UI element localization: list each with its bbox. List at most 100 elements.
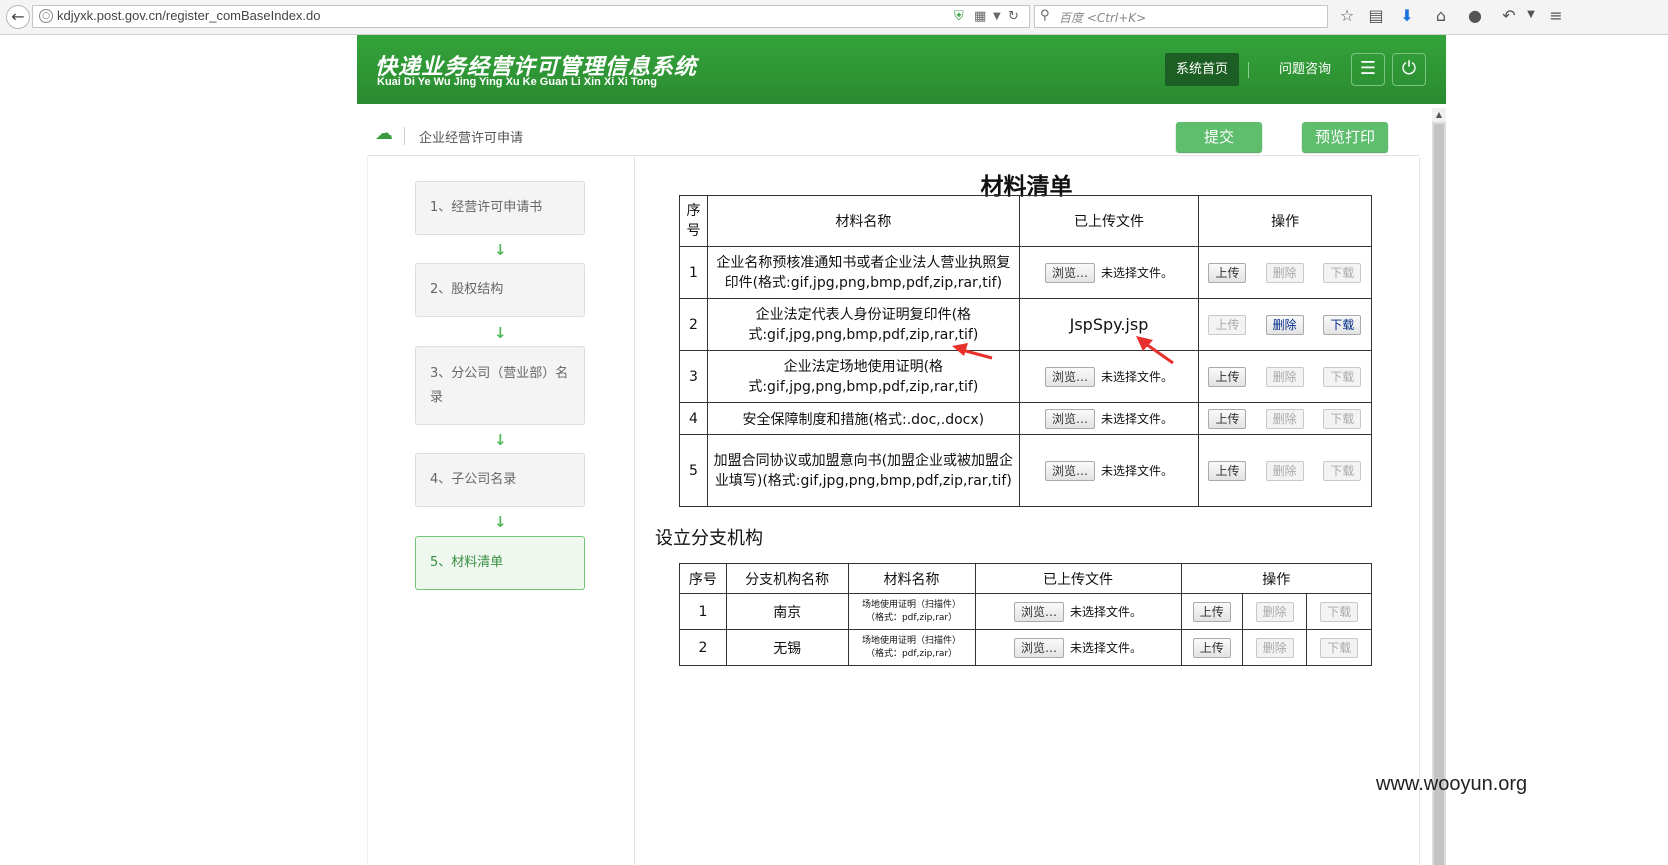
delete-button[interactable]: 删除 (1265, 408, 1304, 429)
no-file-text: 未选择文件。 (1100, 412, 1173, 426)
address-bar[interactable]: ○ kdjyxk.post.gov.cn/register_comBaseInd… (32, 5, 1030, 28)
material-table: 序号 材料名称 已上传文件 操作 1 企业名称预核准通知书或者企业法人营业执照复… (679, 195, 1372, 507)
row-index: 3 (679, 350, 708, 403)
nav-home-button[interactable]: 系统首页 (1165, 53, 1239, 86)
home-icon[interactable]: ⌂ (1430, 6, 1452, 25)
qr-code-icon[interactable]: ▦ (974, 9, 986, 24)
upload-button[interactable]: 上传 (1208, 460, 1247, 481)
browse-button[interactable]: 浏览… (1044, 408, 1095, 429)
step-material-list[interactable]: 5、材料清单 (415, 536, 585, 590)
delete-button[interactable]: 删除 (1265, 366, 1304, 387)
upload-button[interactable]: 上传 (1208, 366, 1247, 387)
upload-button[interactable]: 上传 (1208, 408, 1247, 429)
cloud-upload-icon: ☁ (375, 123, 393, 144)
upload-button[interactable]: 上传 (1192, 637, 1231, 658)
nav-help-button[interactable]: 问题咨询 (1265, 53, 1345, 86)
shield-icon[interactable]: ⛨ (954, 9, 964, 24)
material-format: （格式：pdf,zip,rar） (865, 648, 958, 659)
branch-table: 序号 分支机构名称 材料名称 已上传文件 操作 1 南京 场地使用证明（扫描件）… (679, 563, 1373, 666)
scroll-up-icon[interactable]: ▲ (1432, 108, 1446, 122)
menu-icon[interactable]: ≡ (1545, 6, 1567, 25)
upload-button[interactable]: 上传 (1192, 601, 1231, 622)
steps-panel: 1、经营许可申请书 ↓ 2、股权结构 ↓ 3、分公司（营业部）名录 ↓ 4、子公… (367, 157, 635, 865)
row-index: 1 (679, 593, 727, 630)
download-button[interactable]: 下载 (1323, 366, 1362, 387)
star-icon[interactable]: ☆ (1336, 6, 1358, 25)
search-icon: ⚲ (1040, 8, 1050, 23)
watermark: www.wooyun.org (1376, 773, 1528, 795)
file-cell: 浏览… 未选择文件。 (1018, 350, 1200, 403)
file-cell: 浏览… 未选择文件。 (1018, 402, 1200, 435)
step-subsidiary-list[interactable]: 4、子公司名录 (415, 453, 585, 507)
upload-button[interactable]: 上传 (1208, 314, 1247, 335)
dropdown-arrow-icon[interactable]: ▼ (993, 11, 1001, 22)
table-row: 1 南京 场地使用证明（扫描件） （格式：pdf,zip,rar） 浏览… 未选择文… (679, 593, 1372, 630)
download-button[interactable]: 下载 (1323, 408, 1362, 429)
header-uploaded: 已上传文件 (1018, 195, 1200, 247)
delete-button[interactable]: 删除 (1265, 262, 1304, 283)
material-name: 企业法定场地使用证明(格式:gif,jpg,png,bmp,pdf,zip,ra… (706, 350, 1020, 403)
material-name: 企业法定代表人身份证明复印件(格式:gif,jpg,png,bmp,pdf,zi… (706, 298, 1020, 351)
table-row: 4 安全保障制度和措施(格式:.doc,.docx) 浏览… 未选择文件。 上传 … (679, 402, 1372, 435)
subheader-bar: ☁ 企业经营许可申请 提交 预览打印 (367, 115, 1419, 156)
down-arrow-icon: ↓ (494, 431, 507, 449)
download-button[interactable]: 下载 (1320, 601, 1359, 622)
header-index: 序号 (679, 195, 708, 247)
main-panel: 材料清单 序号 材料名称 已上传文件 操作 1 企业名称预核准通知书或者企业法人… (634, 157, 1420, 865)
reload-icon[interactable]: ↻ (1008, 9, 1019, 24)
download-button[interactable]: 下载 (1323, 314, 1362, 335)
material-format: （格式：pdf,zip,rar） (865, 612, 958, 623)
delete-button[interactable]: 删除 (1255, 601, 1294, 622)
menu-dropdown-icon[interactable]: ▼ (1520, 9, 1542, 20)
table-row: 5 加盟合同协议或加盟意向书(加盟企业或被加盟企业填写)(格式:gif,jpg,… (679, 434, 1372, 507)
delete-button[interactable]: 删除 (1265, 314, 1304, 335)
power-icon[interactable]: ⏻ (1392, 53, 1426, 86)
reading-list-icon[interactable]: ▤ (1365, 6, 1387, 25)
nav-divider (1248, 62, 1249, 78)
download-button[interactable]: 下载 (1323, 460, 1362, 481)
browse-button[interactable]: 浏览… (1044, 460, 1095, 481)
browse-button[interactable]: 浏览… (1014, 601, 1065, 622)
browse-button[interactable]: 浏览… (1044, 366, 1095, 387)
search-box[interactable]: ⚲ 百度 <Ctrl+K> (1034, 5, 1328, 28)
submit-button[interactable]: 提交 (1176, 122, 1262, 152)
no-file-text: 未选择文件。 (1100, 464, 1173, 478)
back-arrow-icon[interactable]: ← (6, 5, 30, 29)
step-equity-structure[interactable]: 2、股权结构 (415, 263, 585, 317)
browse-button[interactable]: 浏览… (1044, 262, 1095, 283)
url-text[interactable]: kdjyxk.post.gov.cn/register_comBaseIndex… (57, 8, 321, 23)
table-row: 1 企业名称预核准通知书或者企业法人营业执照复印件(格式:gif,jpg,png… (679, 246, 1372, 299)
table-row: 3 企业法定场地使用证明(格式:gif,jpg,png,bmp,pdf,zip,… (679, 350, 1372, 403)
branch-name: 南京 (725, 593, 849, 630)
file-cell: 浏览… 未选择文件。 (974, 629, 1182, 666)
delete-button[interactable]: 删除 (1255, 637, 1294, 658)
row-index: 5 (679, 434, 708, 507)
search-placeholder: 百度 <Ctrl+K> (1059, 11, 1147, 25)
preview-print-button[interactable]: 预览打印 (1302, 122, 1388, 152)
step-branch-list[interactable]: 3、分公司（营业部）名录 (415, 346, 585, 425)
header-name: 材料名称 (706, 195, 1020, 247)
no-file-text: 未选择文件。 (1070, 605, 1143, 619)
material-name: 企业名称预核准通知书或者企业法人营业执照复印件(格式:gif,jpg,png,b… (706, 246, 1020, 299)
chat-icon[interactable]: ● (1464, 6, 1486, 25)
material-name: 加盟合同协议或加盟意向书(加盟企业或被加盟企业填写)(格式:gif,jpg,pn… (706, 434, 1020, 507)
download-button[interactable]: 下载 (1323, 262, 1362, 283)
step-application-form[interactable]: 1、经营许可申请书 (415, 181, 585, 235)
material-name: 场地使用证明（扫描件） (862, 599, 962, 610)
browse-button[interactable]: 浏览… (1014, 637, 1065, 658)
table-header-row: 序号 分支机构名称 材料名称 已上传文件 操作 (679, 563, 1373, 594)
no-file-text: 未选择文件。 (1100, 370, 1173, 384)
material-name: 场地使用证明（扫描件） (862, 635, 962, 646)
uploaded-file-name[interactable]: JspSpy.jsp (1018, 298, 1200, 351)
download-button[interactable]: 下载 (1320, 637, 1359, 658)
download-icon[interactable]: ⬇ (1396, 6, 1418, 25)
undo-icon[interactable]: ↶ (1498, 6, 1520, 25)
globe-icon: ○ (39, 9, 53, 23)
header-uploaded: 已上传文件 (974, 563, 1182, 594)
delete-button[interactable]: 删除 (1265, 460, 1304, 481)
list-icon[interactable]: ☰ (1351, 53, 1385, 86)
scrollbar-thumb[interactable] (1434, 124, 1444, 865)
material-cell: 场地使用证明（扫描件） （格式：pdf,zip,rar） (847, 629, 976, 666)
material-name: 安全保障制度和措施(格式:.doc,.docx) (706, 402, 1020, 435)
upload-button[interactable]: 上传 (1208, 262, 1247, 283)
